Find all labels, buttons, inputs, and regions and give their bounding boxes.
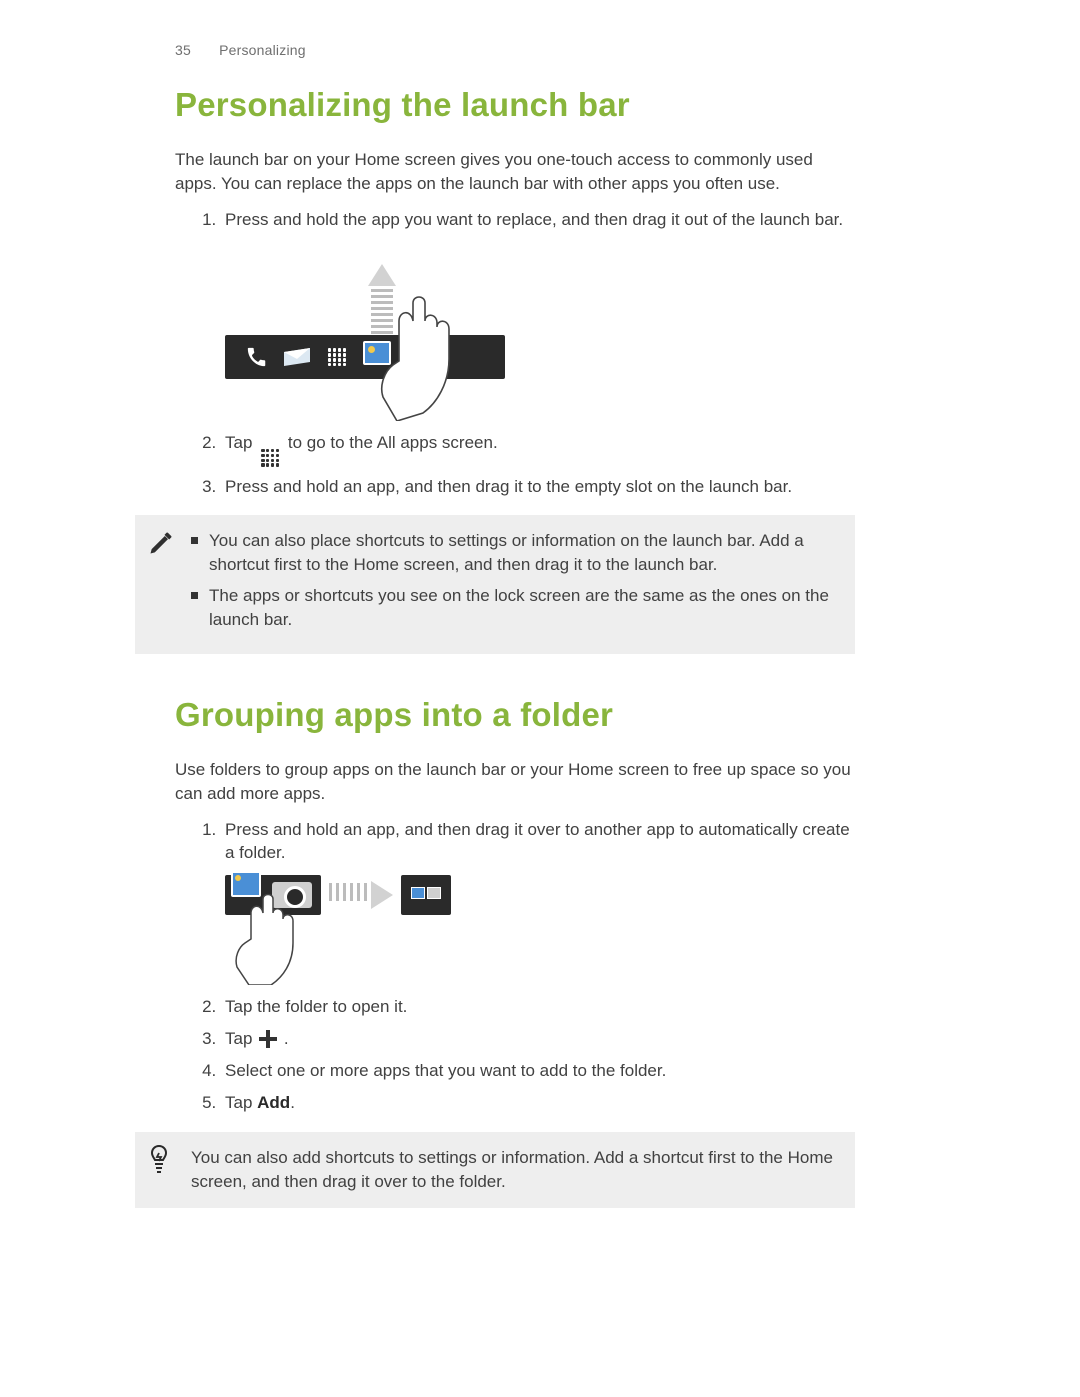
illustration-drag-onto: [225, 875, 855, 985]
running-header: 35 Personalizing: [175, 42, 855, 58]
plus-icon: [259, 1030, 277, 1048]
pencil-icon: [147, 529, 175, 562]
step-3: Press and hold an app, and then drag it …: [221, 475, 855, 499]
steps-list: Press and hold the app you want to repla…: [175, 208, 855, 499]
apps-grid-icon: [261, 449, 279, 467]
section-heading: Personalizing the launch bar: [175, 86, 855, 124]
document-page: 35 Personalizing Personalizing the launc…: [175, 42, 855, 1208]
intro-paragraph: The launch bar on your Home screen gives…: [175, 148, 855, 196]
mail-icon: [279, 339, 315, 375]
steps-list: Press and hold an app, and then drag it …: [175, 818, 855, 1115]
step-text: to go to the All apps screen.: [288, 433, 498, 452]
step-4: Select one or more apps that you want to…: [221, 1059, 855, 1083]
hand-pointer-icon: [379, 281, 479, 421]
step-text: Tap: [225, 1093, 257, 1112]
step-5: Tap Add.: [221, 1091, 855, 1115]
hand-pointer-icon: [233, 885, 317, 985]
section-heading: Grouping apps into a folder: [175, 696, 855, 734]
tip-callout: You can also add shortcuts to settings o…: [135, 1132, 855, 1208]
step-text: .: [284, 1029, 289, 1048]
section-name: Personalizing: [219, 42, 306, 58]
step-2: Tap to go to the All apps screen.: [221, 431, 855, 467]
tip-text: You can also add shortcuts to settings o…: [191, 1146, 835, 1194]
step-text: Tap: [225, 433, 257, 452]
lightbulb-icon: [147, 1144, 171, 1179]
arrow-right-icon: [327, 881, 393, 909]
illustration-drag-out: [225, 241, 855, 421]
step-1: Press and hold the app you want to repla…: [221, 208, 855, 422]
apps-grid-icon: [319, 339, 355, 375]
step-2: Tap the folder to open it.: [221, 995, 855, 1019]
step-1: Press and hold an app, and then drag it …: [221, 818, 855, 986]
folder-result: [401, 875, 451, 915]
step-text: Press and hold an app, and then drag it …: [225, 820, 850, 863]
step-text: Tap: [225, 1029, 257, 1048]
step-text: Press and hold the app you want to repla…: [225, 210, 843, 229]
step-text: .: [290, 1093, 295, 1112]
note-callout: You can also place shortcuts to settings…: [135, 515, 855, 654]
step-3: Tap .: [221, 1027, 855, 1051]
note-bullet: You can also place shortcuts to settings…: [191, 529, 835, 577]
ui-label-add: Add: [257, 1093, 290, 1112]
phone-icon: [239, 339, 275, 375]
note-bullet: The apps or shortcuts you see on the loc…: [191, 584, 835, 632]
intro-paragraph: Use folders to group apps on the launch …: [175, 758, 855, 806]
page-number: 35: [175, 42, 191, 58]
